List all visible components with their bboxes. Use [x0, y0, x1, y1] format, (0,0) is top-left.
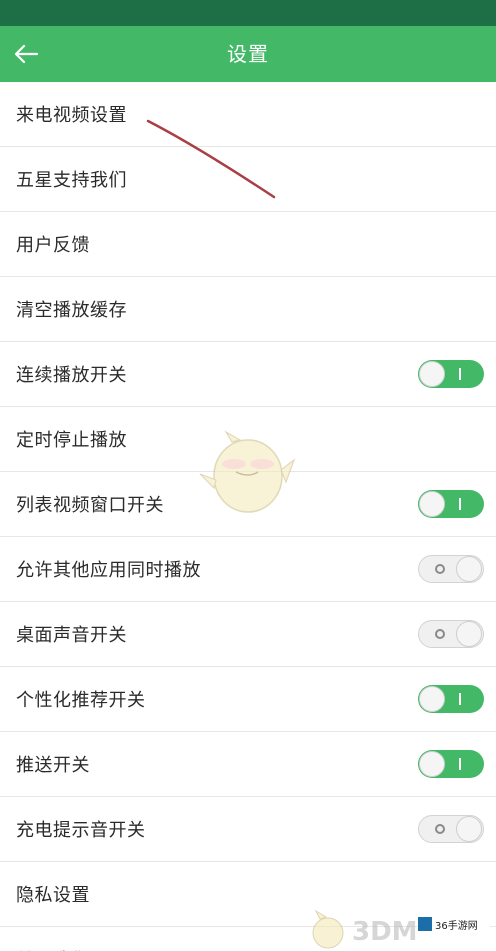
toggle-switch[interactable] [418, 490, 484, 518]
toggle-switch[interactable] [418, 685, 484, 713]
settings-row-label: 五星支持我们 [16, 170, 127, 191]
settings-row[interactable]: 清空播放缓存 [0, 277, 496, 342]
toggle-switch[interactable] [418, 555, 484, 583]
settings-row[interactable]: 关于我们 [0, 927, 496, 951]
settings-row[interactable]: 桌面声音开关 [0, 602, 496, 667]
settings-row-label: 连续播放开关 [16, 365, 127, 386]
toggle-switch[interactable] [418, 815, 484, 843]
toggle-off-mark-icon [435, 629, 445, 639]
settings-row-label: 定时停止播放 [16, 430, 127, 451]
toggle-on-mark-icon [459, 368, 461, 380]
toggle-knob [419, 361, 445, 387]
settings-row-label: 桌面声音开关 [16, 625, 127, 646]
settings-row-label: 列表视频窗口开关 [16, 495, 164, 516]
settings-list: 来电视频设置 五星支持我们 用户反馈清空播放缓存 连续播放开关 定时停止播放列表视频窗口… [0, 82, 496, 951]
settings-row-label: 隐私设置 [16, 885, 90, 906]
toggle-knob [456, 816, 482, 842]
settings-row[interactable]: 个性化推荐开关 [0, 667, 496, 732]
toggle-on-mark-icon [459, 758, 461, 770]
settings-row[interactable]: 列表视频窗口开关 [0, 472, 496, 537]
settings-row[interactable]: 充电提示音开关 [0, 797, 496, 862]
settings-row[interactable]: 推送开关 [0, 732, 496, 797]
settings-row-label: 用户反馈 [16, 235, 90, 256]
settings-row[interactable]: 连续播放开关 [0, 342, 496, 407]
toggle-off-mark-icon [435, 824, 445, 834]
status-bar [0, 0, 496, 26]
toggle-switch[interactable] [418, 360, 484, 388]
settings-row[interactable]: 用户反馈 [0, 212, 496, 277]
settings-row[interactable]: 五星支持我们 [0, 147, 496, 212]
toggle-on-mark-icon [459, 693, 461, 705]
settings-row-label: 个性化推荐开关 [16, 690, 146, 711]
settings-row-label: 关于我们 [16, 946, 90, 951]
toggle-switch[interactable] [418, 750, 484, 778]
app-bar: 设置 [0, 26, 496, 82]
toggle-switch[interactable] [418, 620, 484, 648]
toggle-knob [456, 621, 482, 647]
settings-row-label: 来电视频设置 [16, 105, 127, 126]
settings-row[interactable]: 隐私设置 [0, 862, 496, 927]
settings-row-label: 允许其他应用同时播放 [16, 560, 201, 581]
toggle-off-mark-icon [435, 564, 445, 574]
toggle-on-mark-icon [459, 498, 461, 510]
settings-row-label: 推送开关 [16, 755, 90, 776]
toggle-knob [419, 751, 445, 777]
toggle-knob [456, 556, 482, 582]
settings-row[interactable]: 允许其他应用同时播放 [0, 537, 496, 602]
page-title: 设置 [227, 42, 269, 66]
toggle-knob [419, 491, 445, 517]
settings-row[interactable]: 定时停止播放 [0, 407, 496, 472]
settings-row[interactable]: 来电视频设置 [0, 82, 496, 147]
settings-row-label: 清空播放缓存 [16, 300, 127, 321]
settings-row-label: 充电提示音开关 [16, 820, 146, 841]
toggle-knob [419, 686, 445, 712]
